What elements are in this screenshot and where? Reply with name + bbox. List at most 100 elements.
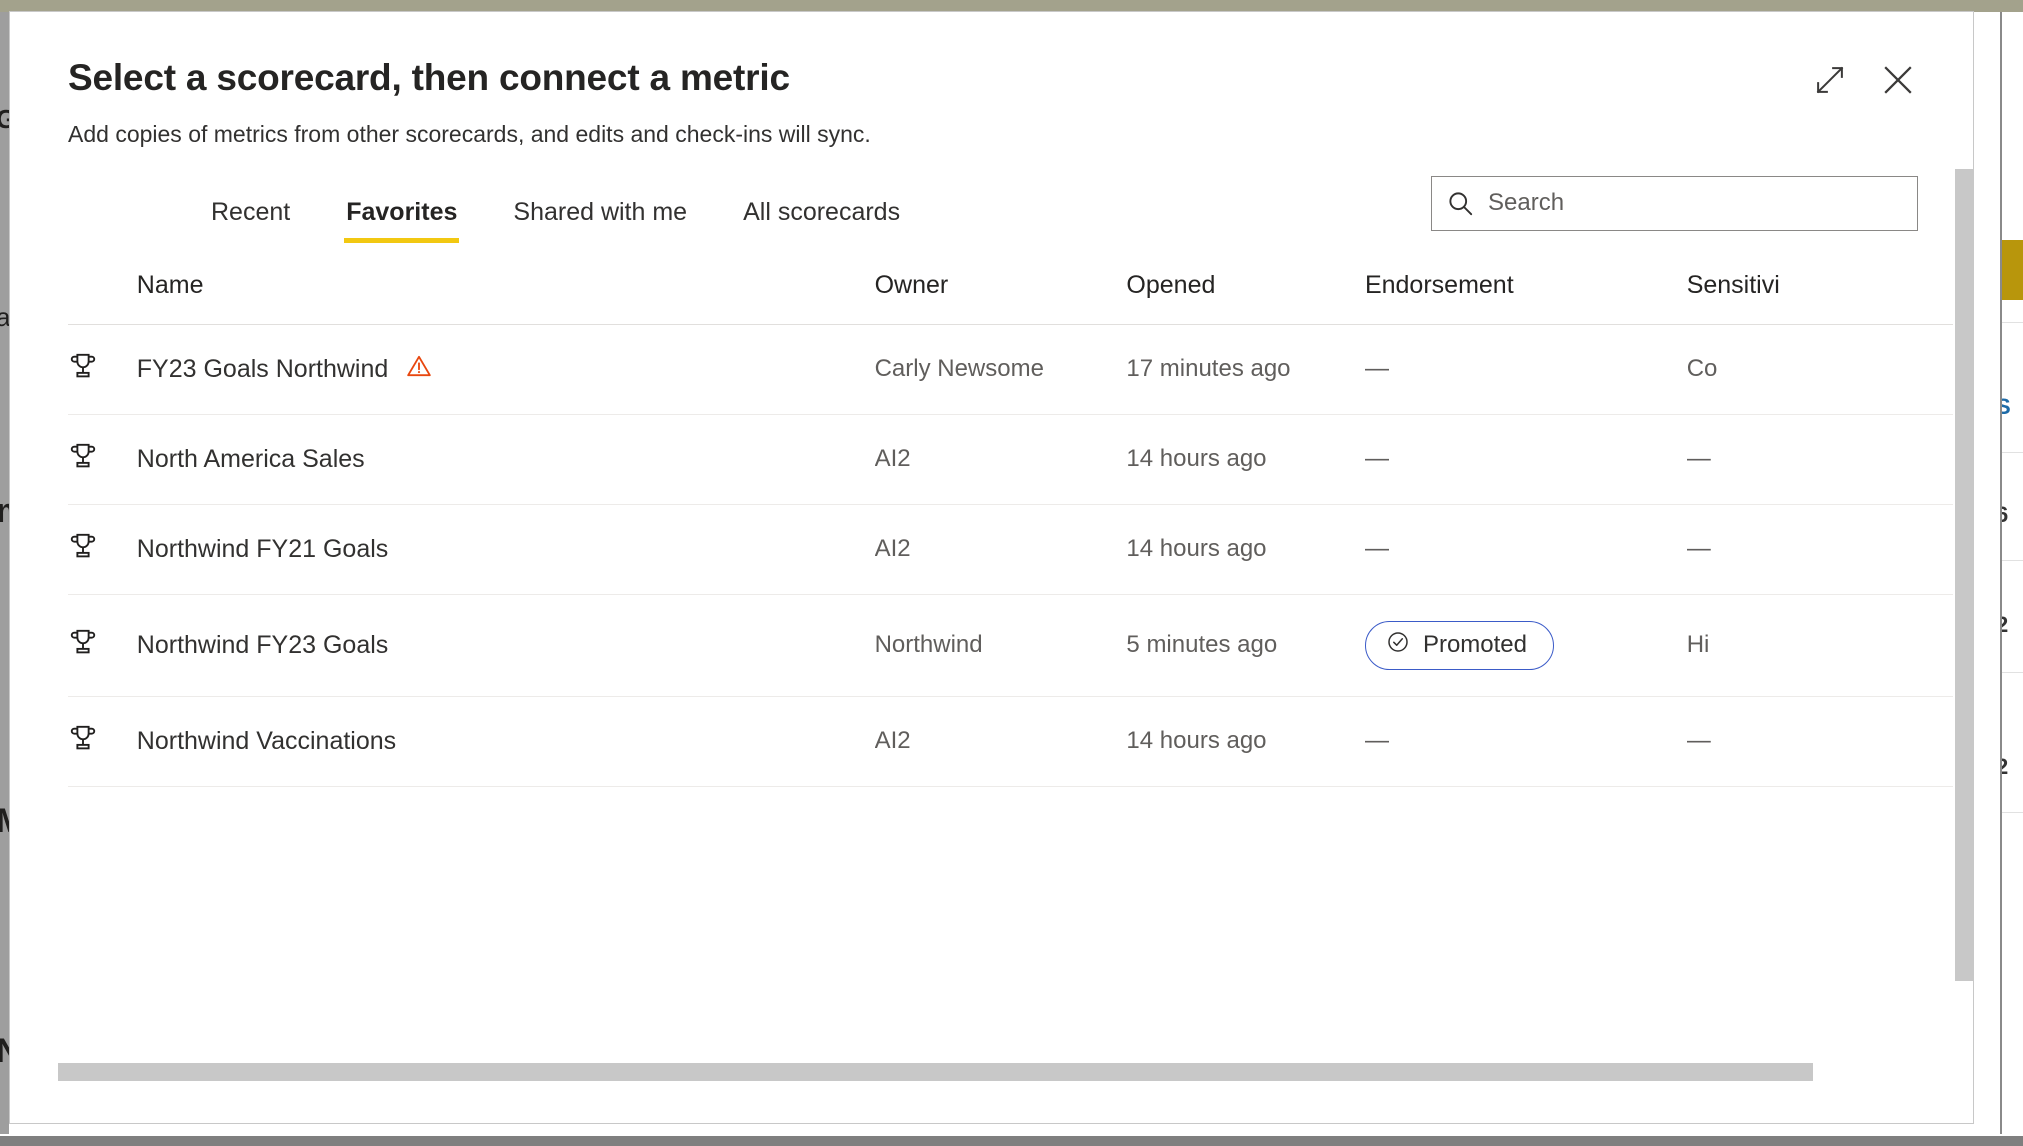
vertical-scrollbar[interactable] [1955,169,1973,981]
table-header: Name Owner Opened Endorsement Sensitivi [68,252,1953,325]
close-button[interactable] [1878,60,1918,100]
row-endorsement-cell: — [1364,324,1687,415]
table-body: FY23 Goals Northwind Carly Newsome 17 mi… [68,324,1953,787]
table-row[interactable]: Northwind Vaccinations AI2 14 hours ago … [68,696,1953,787]
background-rule [2002,812,2023,813]
row-opened-cell: 17 minutes ago [1126,324,1365,415]
row-owner-cell: AI2 [874,696,1127,787]
row-opened-cell: 5 minutes ago [1126,594,1365,697]
row-owner-cell: Carly Newsome [874,324,1127,415]
tab-favorites[interactable]: Favorites [318,192,485,243]
scorecard-name: Northwind FY23 Goals [137,631,875,660]
background-rule [2002,672,2023,673]
row-sensitivity-cell: Hi [1686,594,1953,697]
background-fragment: N [0,1032,9,1071]
row-name-cell[interactable]: Northwind FY21 Goals [136,504,875,595]
table-row[interactable]: Northwind FY21 Goals AI2 14 hours ago — … [68,504,1953,595]
scorecard-name: Northwind Vaccinations [137,727,875,756]
trophy-icon [68,443,98,477]
search-input[interactable] [1488,189,1917,218]
row-endorsement-cell: — [1364,504,1687,595]
trophy-icon [68,533,98,567]
background-fragment: 6 [2002,502,2008,528]
scorecard-source-tabs: Recent Favorites Shared with me All scor… [68,192,928,243]
search-icon [1432,190,1488,217]
dialog-header-actions [1810,60,1918,100]
row-icon-cell [68,504,137,595]
dialog-title: Select a scorecard, then connect a metri… [68,57,790,98]
row-owner-cell: AI2 [874,504,1127,595]
row-sensitivity-cell: — [1686,696,1953,787]
horizontal-scrollbar[interactable] [58,1063,1813,1081]
column-header-opened[interactable]: Opened [1126,252,1365,325]
row-opened-cell: 14 hours ago [1126,504,1365,595]
background-fragment: 2 [2002,754,2008,780]
row-name-cell[interactable]: Northwind Vaccinations [136,696,875,787]
background-rule [2002,452,2023,453]
scorecard-name: Northwind FY21 Goals [137,535,875,564]
tab-all-scorecards[interactable]: All scorecards [715,192,928,243]
column-header-owner[interactable]: Owner [874,252,1127,325]
trophy-icon [68,725,98,759]
tab-recent[interactable]: Recent [183,192,318,243]
expand-button[interactable] [1810,60,1850,100]
scorecard-name: North America Sales [137,445,875,474]
tabs-row: Recent Favorites Shared with me All scor… [10,148,1973,243]
row-sensitivity-cell: Co [1686,324,1953,415]
row-endorsement-cell: — [1364,696,1687,787]
column-header-endorsement[interactable]: Endorsement [1364,252,1687,325]
row-icon-cell [68,696,137,787]
background-fragment: G [0,104,9,135]
background-fragment: S [2002,394,2011,420]
column-header-sensitivity[interactable]: Sensitivi [1686,252,1953,325]
scorecard-table: Name Owner Opened Endorsement Sensitivi [68,252,1953,787]
background-right-content: S 6 2 2 [2000,12,2023,1134]
background-left-content: G a m M N [0,12,9,1134]
background-fragment: M [0,802,9,841]
row-icon-cell [68,324,137,415]
row-name-cell[interactable]: North America Sales [136,414,875,505]
scorecard-picker-dialog: Select a scorecard, then connect a metri… [9,11,1974,1124]
search-box[interactable] [1431,175,1918,231]
trophy-icon [68,353,98,387]
row-name-cell[interactable]: Northwind FY23 Goals [136,594,875,697]
table-header-row: Name Owner Opened Endorsement Sensitivi [68,252,1953,325]
scorecard-name-text: Northwind Vaccinations [136,726,397,755]
table-row[interactable]: FY23 Goals Northwind Carly Newsome 17 mi… [68,324,1953,415]
endorsement-badge-promoted[interactable]: Promoted [1364,620,1555,670]
scorecard-table-container: Name Owner Opened Endorsement Sensitivi [10,252,1973,787]
column-header-icon [68,252,137,325]
background-rule [2002,560,2023,561]
row-owner-cell: AI2 [874,414,1127,505]
background-color-swatch [2002,240,2023,300]
tab-shared-with-me[interactable]: Shared with me [485,192,715,243]
column-header-name[interactable]: Name [136,252,875,325]
row-opened-cell: 14 hours ago [1126,414,1365,505]
row-icon-cell [68,414,137,505]
row-opened-cell: 14 hours ago [1126,696,1365,787]
row-sensitivity-cell: — [1686,504,1953,595]
scorecard-name-text: North America Sales [136,444,365,473]
trophy-icon [68,629,98,663]
row-endorsement-cell: — [1364,414,1687,505]
endorsement-badge-label: Promoted [1422,631,1528,659]
check-circle-icon [1386,630,1410,661]
dialog-header: Select a scorecard, then connect a metri… [10,12,1973,148]
warning-icon[interactable] [406,353,432,386]
row-name-cell[interactable]: FY23 Goals Northwind [136,324,875,415]
background-rule [2002,322,2023,323]
scorecard-name-text: FY23 Goals Northwind [136,354,389,383]
background-fragment: m [0,492,9,531]
table-row[interactable]: North America Sales AI2 14 hours ago — — [68,414,1953,505]
scorecard-name-text: Northwind FY21 Goals [136,534,389,563]
scorecard-name-text: Northwind FY23 Goals [136,630,389,659]
expand-icon [1815,65,1845,95]
close-icon [1882,64,1914,96]
row-icon-cell [68,594,137,697]
scorecard-name: FY23 Goals Northwind [137,353,875,386]
dialog-subtitle: Add copies of metrics from other scoreca… [68,120,871,147]
background-fragment: a [0,302,9,332]
window-frame-bottom [0,1136,2023,1146]
background-fragment: 2 [2002,612,2008,638]
table-row[interactable]: Northwind FY23 Goals Northwind 5 minutes… [68,594,1953,697]
